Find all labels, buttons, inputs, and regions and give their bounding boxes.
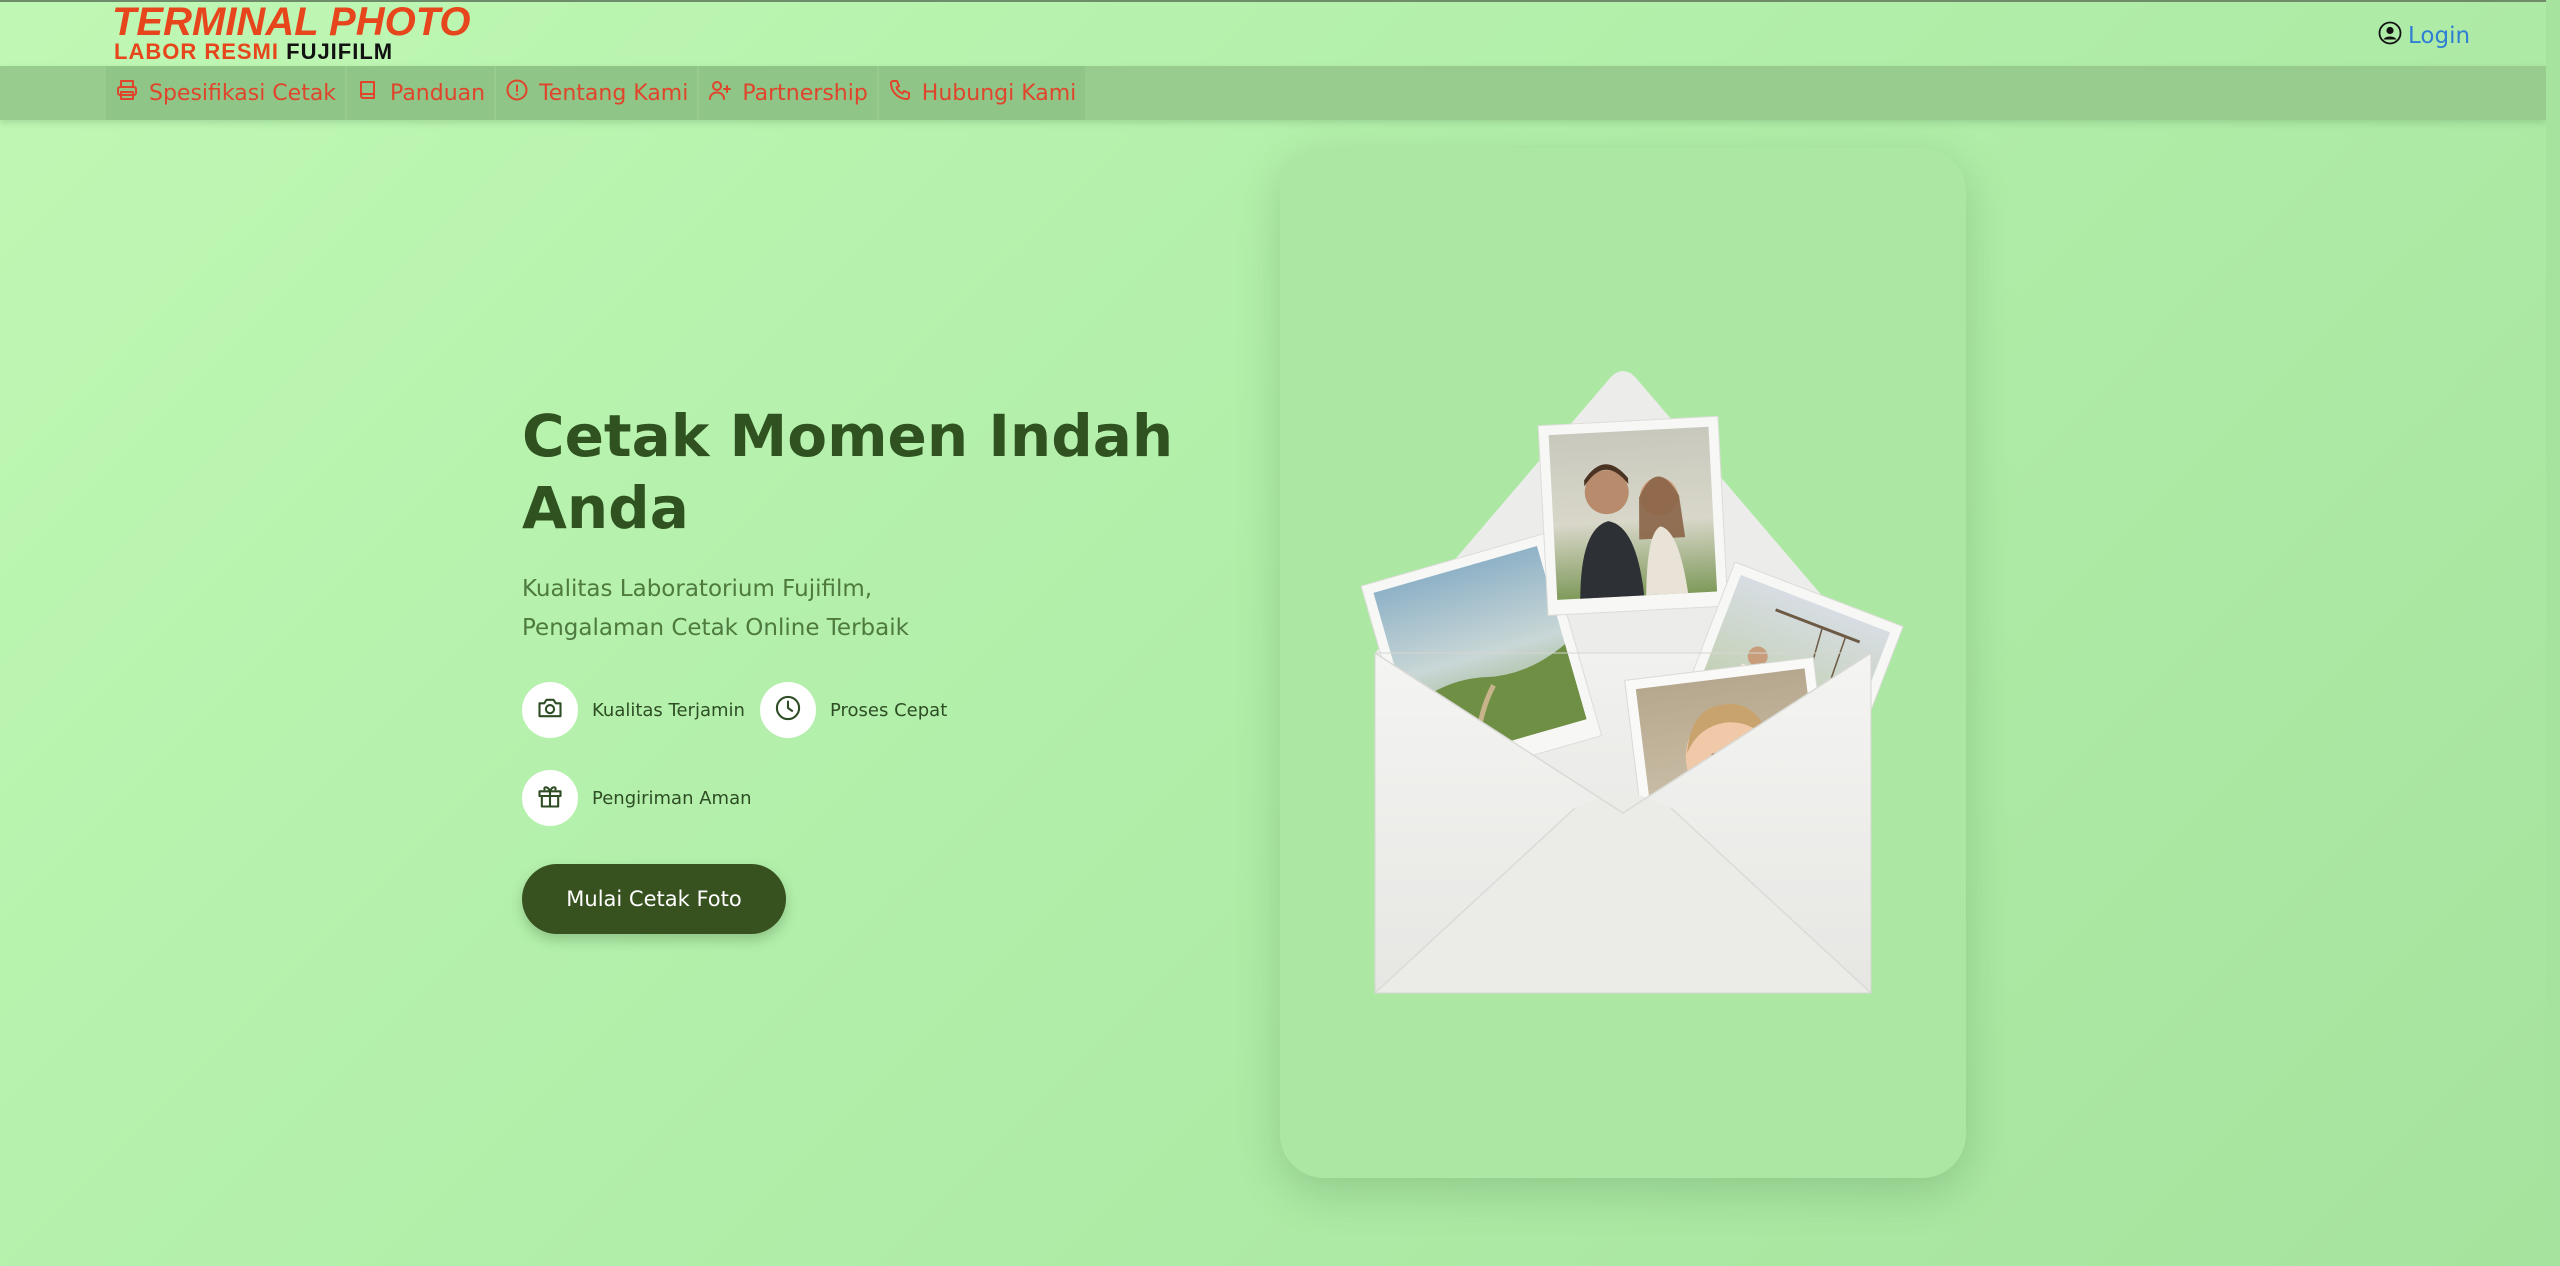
brand-logo[interactable]: TERMINAL PHOTO LABOR RESMI FUJIFILM (110, 0, 471, 66)
nav-item-partnership[interactable]: Partnership (699, 66, 877, 120)
camera-icon (536, 694, 564, 727)
brand-tagline-part1: LABOR RESMI (114, 39, 279, 64)
feature-shipping: Pengiriman Aman (522, 770, 752, 826)
phone-icon (888, 78, 912, 108)
feature-icon-badge (760, 682, 816, 738)
feature-icon-badge (522, 770, 578, 826)
scrollbar[interactable] (2546, 0, 2560, 1266)
nav-label: Panduan (390, 80, 486, 106)
book-icon (356, 78, 380, 108)
user-circle-icon (2378, 21, 2402, 51)
hero-subtitle-line2: Pengalaman Cetak Online Terbaik (522, 615, 909, 641)
nav-label: Hubungi Kami (921, 80, 1077, 106)
gift-icon (536, 782, 564, 815)
top-header: TERMINAL PHOTO LABOR RESMI FUJIFILM Logi… (0, 0, 2546, 68)
brand-tagline: LABOR RESMI FUJIFILM (114, 40, 393, 64)
brand-tagline-part2: FUJIFILM (286, 39, 394, 64)
feature-label: Pengiriman Aman (592, 787, 752, 809)
start-printing-button[interactable]: Mulai Cetak Foto (522, 864, 786, 934)
main-navbar: Spesifikasi Cetak Panduan Tentang Kami P… (0, 66, 2546, 120)
feature-quality: Kualitas Terjamin (522, 682, 745, 738)
hero-subtitle: Kualitas Laboratorium Fujifilm, Pengalam… (522, 570, 1042, 648)
brand-name: TERMINAL PHOTO (112, 0, 471, 44)
login-label: Login (2408, 23, 2471, 49)
feature-icon-badge (522, 682, 578, 738)
nav-item-spesifikasi-cetak[interactable]: Spesifikasi Cetak (106, 66, 346, 120)
hero-subtitle-line1: Kualitas Laboratorium Fujifilm, (522, 576, 873, 602)
nav-item-hubungi-kami[interactable]: Hubungi Kami (878, 66, 1086, 120)
user-plus-icon (708, 78, 732, 108)
clock-icon (774, 694, 802, 727)
login-link[interactable]: Login (2378, 20, 2470, 52)
nav-label: Tentang Kami (539, 80, 689, 106)
printer-icon (115, 78, 139, 108)
feature-speed: Proses Cepat (760, 682, 947, 738)
hero-title: Cetak Momen Indah Anda (522, 402, 1174, 542)
feature-label: Kualitas Terjamin (592, 699, 745, 721)
feature-label: Proses Cepat (830, 699, 948, 721)
info-icon (505, 78, 529, 108)
envelope-photos-illustration (1360, 371, 1904, 994)
nav-item-tentang-kami[interactable]: Tentang Kami (496, 66, 698, 120)
nav-list: Spesifikasi Cetak Panduan Tentang Kami P… (106, 66, 1087, 120)
nav-item-panduan[interactable]: Panduan (347, 66, 495, 120)
nav-label: Spesifikasi Cetak (149, 80, 337, 106)
nav-label: Partnership (742, 80, 868, 106)
